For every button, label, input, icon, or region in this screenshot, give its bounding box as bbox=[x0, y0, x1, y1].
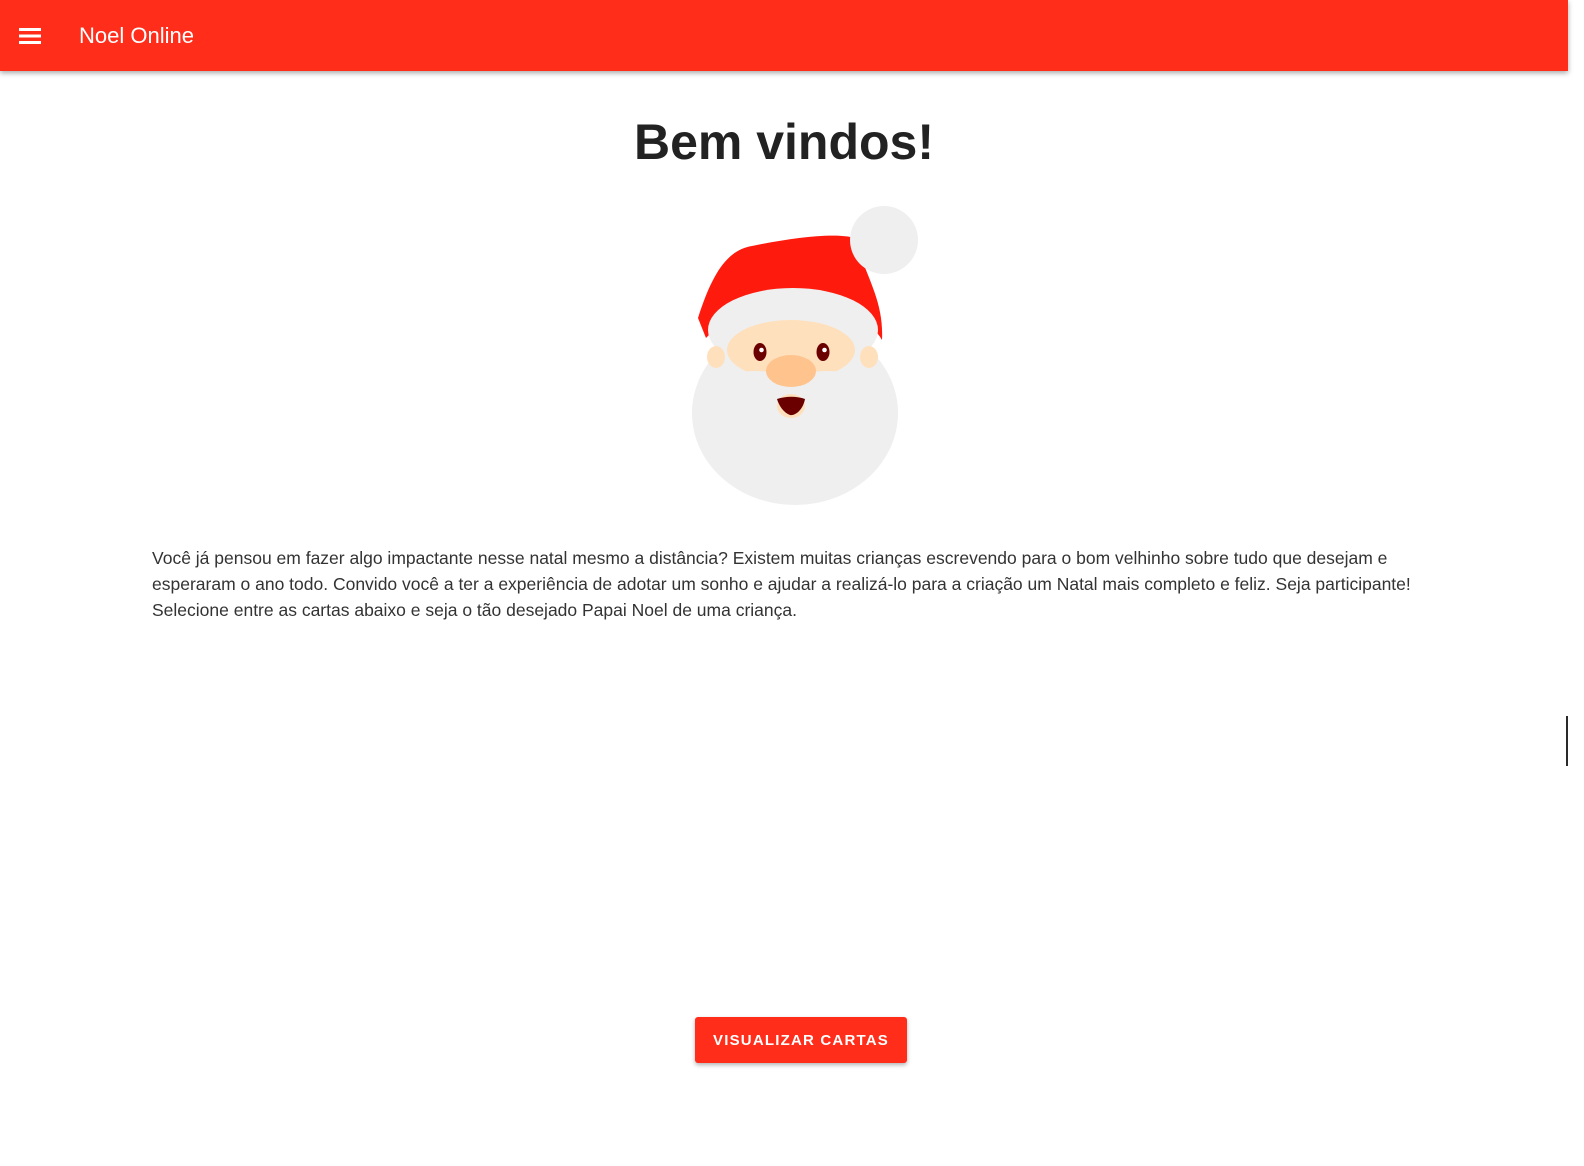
intro-paragraph: Você já pensou em fazer algo impactante … bbox=[152, 548, 1411, 620]
view-letters-button[interactable]: VISUALIZAR CARTAS bbox=[695, 1017, 907, 1063]
welcome-heading: Bem vindos! bbox=[633, 114, 935, 170]
page: Noel Online Bem vindos! Você já pensou e… bbox=[0, 0, 1584, 1166]
window-edge-marker bbox=[1566, 716, 1568, 766]
menu-button[interactable] bbox=[0, 0, 60, 71]
app-bar: Noel Online bbox=[0, 0, 1568, 71]
santa-claus-illustration bbox=[692, 206, 918, 505]
app-title: Noel Online bbox=[79, 23, 194, 48]
hamburger-menu-icon bbox=[19, 27, 41, 44]
